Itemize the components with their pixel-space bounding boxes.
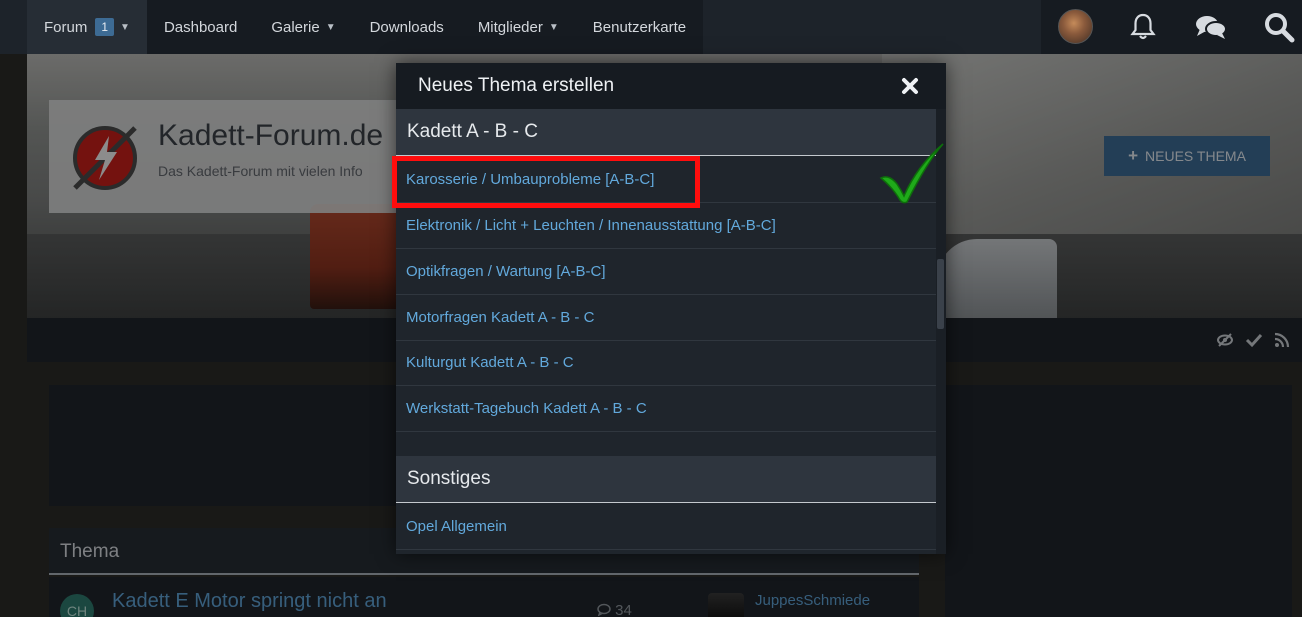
board-link[interactable]: Elektronik / Licht + Leuchten / Innenaus… bbox=[406, 217, 776, 234]
board-item[interactable]: Optikfragen / Wartung [A-B-C] bbox=[396, 249, 936, 295]
nav-item-label: Downloads bbox=[369, 18, 444, 36]
board-link[interactable]: Opel Allgemein bbox=[406, 518, 507, 535]
green-checkmark-icon bbox=[879, 143, 944, 204]
scrollbar-thumb[interactable] bbox=[937, 259, 944, 329]
nav-item-mitglieder[interactable]: Mitglieder ▼ bbox=[461, 0, 576, 54]
main-menu: Forum 1 ▼ Dashboard Galerie ▼ Downloads … bbox=[27, 0, 704, 54]
chevron-down-icon: ▼ bbox=[120, 21, 130, 33]
category-header: Sonstiges bbox=[396, 456, 936, 503]
board-item[interactable]: Karosserie / Umbauprobleme [A-B-C] bbox=[396, 157, 936, 203]
close-icon[interactable] bbox=[899, 75, 921, 97]
board-link[interactable]: Optikfragen / Wartung [A-B-C] bbox=[406, 263, 606, 280]
user-avatar[interactable] bbox=[1058, 9, 1093, 44]
nav-item-downloads[interactable]: Downloads bbox=[353, 0, 461, 54]
nav-item-dashboard[interactable]: Dashboard bbox=[147, 0, 254, 54]
board-item[interactable]: Kulturgut Kadett A - B - C bbox=[396, 340, 936, 386]
chevron-down-icon: ▼ bbox=[548, 21, 559, 33]
bell-icon[interactable] bbox=[1125, 10, 1161, 44]
notification-badge: 1 bbox=[95, 18, 115, 36]
board-item[interactable]: Motorfragen Kadett A - B - C bbox=[396, 295, 936, 341]
board-link[interactable]: Karosserie / Umbauprobleme [A-B-C] bbox=[406, 171, 654, 188]
category-header: Kadett A - B - C bbox=[396, 109, 936, 156]
nav-item-label: Mitglieder bbox=[477, 18, 543, 36]
new-thread-dialog: Neues Thema erstellen Kadett A - B - C K… bbox=[396, 63, 946, 554]
board-link[interactable]: Werkstatt-Tagebuch Kadett A - B - C bbox=[406, 400, 647, 417]
chat-bubbles-icon[interactable] bbox=[1193, 10, 1229, 44]
dialog-header: Neues Thema erstellen bbox=[396, 63, 946, 109]
board-link[interactable]: Motorfragen Kadett A - B - C bbox=[406, 309, 594, 326]
chevron-down-icon: ▼ bbox=[325, 21, 336, 33]
user-panel bbox=[1041, 0, 1302, 54]
category-name: Kadett A - B - C bbox=[407, 121, 538, 142]
category-name: Sonstiges bbox=[407, 468, 491, 489]
board-item[interactable]: Elektronik / Licht + Leuchten / Innenaus… bbox=[396, 203, 936, 249]
dialog-body: Kadett A - B - C Karosserie / Umbauprobl… bbox=[396, 109, 936, 554]
nav-item-benutzerkarte[interactable]: Benutzerkarte bbox=[576, 0, 703, 54]
board-item[interactable]: Werkstatt-Tagebuch Kadett A - B - C bbox=[396, 386, 936, 432]
nav-item-label: Dashboard bbox=[163, 18, 238, 36]
board-link[interactable]: Kulturgut Kadett A - B - C bbox=[406, 354, 574, 371]
nav-item-label: Benutzerkarte bbox=[592, 18, 687, 36]
top-navigation: Forum 1 ▼ Dashboard Galerie ▼ Downloads … bbox=[0, 0, 1302, 54]
search-icon[interactable] bbox=[1261, 10, 1297, 44]
nav-item-label: Galerie bbox=[271, 18, 320, 36]
nav-item-galerie[interactable]: Galerie ▼ bbox=[254, 0, 352, 54]
nav-item-forum[interactable]: Forum 1 ▼ bbox=[27, 0, 147, 54]
nav-item-label: Forum bbox=[44, 18, 88, 36]
board-item[interactable]: Opel Allgemein bbox=[396, 504, 936, 550]
dialog-title: Neues Thema erstellen bbox=[418, 75, 615, 96]
